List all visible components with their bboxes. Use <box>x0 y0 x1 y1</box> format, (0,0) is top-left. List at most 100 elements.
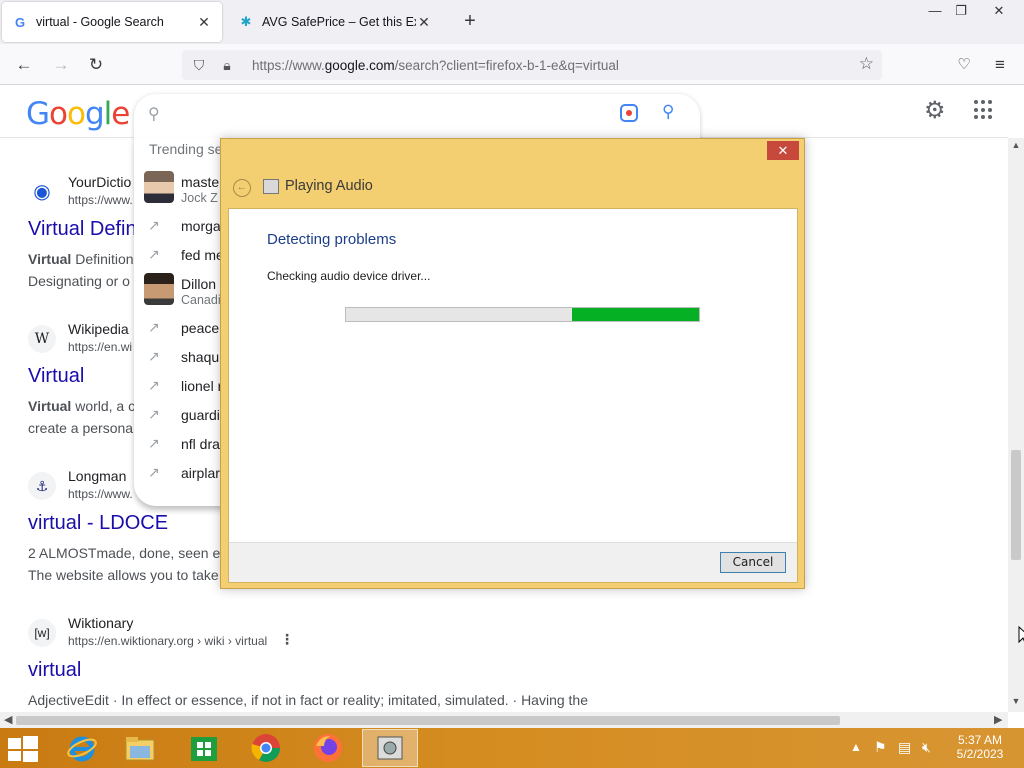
window-close-button[interactable]: ✕ <box>982 0 1016 22</box>
suggestion-subtext: Canadi <box>181 293 221 307</box>
dialog-footer: Cancel <box>229 542 797 582</box>
suggestion-text: lionel r <box>181 378 223 394</box>
taskbar-clock[interactable]: 5:37 AM 5/2/2023 <box>952 733 1008 761</box>
suggestion-item[interactable]: ↗ peace <box>134 315 224 344</box>
dialog-title: Playing Audio <box>285 178 373 194</box>
result-url: https://www. <box>68 193 133 207</box>
avg-safeprice-icon: ✱ <box>240 14 252 29</box>
suggestion-text: Dillon <box>181 276 217 292</box>
scrollbar-thumb[interactable] <box>1011 450 1021 560</box>
restore-button[interactable]: ❐ <box>944 0 978 22</box>
result-title-link[interactable]: virtual - LDOCE <box>28 512 168 535</box>
internet-explorer-icon[interactable] <box>54 729 110 767</box>
trending-arrow-icon: ↗ <box>148 246 160 262</box>
suggestion-item[interactable]: Dillon Canadi <box>134 271 224 307</box>
google-g-icon: G <box>14 14 26 30</box>
trending-arrow-icon: ↗ <box>148 217 160 233</box>
tracking-protection-shield-icon[interactable]: ⛉ <box>188 57 210 74</box>
result-title-link[interactable]: Virtual Defin <box>28 218 137 241</box>
back-button[interactable]: ← <box>11 52 37 78</box>
troubleshooter-icon[interactable] <box>362 729 418 767</box>
address-bar[interactable]: ⛉ 🔒︎ https://www.google.com/search?clien… <box>182 50 882 80</box>
chrome-icon[interactable] <box>238 729 294 767</box>
lock-icon[interactable]: 🔒︎ <box>216 57 238 74</box>
scroll-down-arrow-icon[interactable]: ▼ <box>1008 696 1024 706</box>
trending-arrow-icon: ↗ <box>148 319 160 335</box>
suggestion-item[interactable]: ↗ airplar <box>134 460 224 489</box>
yourdictionary-favicon-icon: ◉ <box>28 178 56 206</box>
close-tab-icon[interactable]: ✕ <box>416 14 432 31</box>
trending-arrow-icon: ↗ <box>148 435 160 451</box>
scroll-up-arrow-icon[interactable]: ▲ <box>1008 140 1024 150</box>
url-text[interactable]: https://www.google.com/search?client=fir… <box>252 58 619 73</box>
close-tab-icon[interactable]: ✕ <box>196 14 212 31</box>
progress-bar <box>345 307 700 322</box>
suggestion-item[interactable]: ↗ lionel r <box>134 373 224 402</box>
horizontal-scrollbar[interactable]: ◀ ▶ <box>0 712 1008 728</box>
tab-google-search[interactable]: G virtual - Google Search ✕ <box>2 2 222 42</box>
suggestion-text: peace <box>181 320 220 336</box>
dialog-heading: Detecting problems <box>267 231 397 248</box>
hamburger-menu-icon[interactable]: ≡ <box>987 52 1013 78</box>
firefox-icon[interactable] <box>300 729 356 767</box>
navigation-toolbar: ← → ↻ ⛉ 🔒︎ https://www.google.com/search… <box>0 44 1024 85</box>
suggestion-item[interactable]: ↗ morga <box>134 213 224 242</box>
suggestion-text: nfl dra <box>181 436 220 452</box>
store-icon[interactable] <box>176 729 232 767</box>
wikipedia-favicon-icon: W <box>28 325 56 353</box>
result-site-name: YourDictio <box>68 174 132 190</box>
windows-start-button[interactable] <box>8 736 38 762</box>
scrollbar-thumb[interactable] <box>16 716 840 725</box>
network-icon[interactable]: ▤ <box>898 739 911 768</box>
google-logo[interactable]: Google <box>26 96 130 132</box>
scroll-left-arrow-icon[interactable]: ◀ <box>4 713 12 726</box>
clock-time: 5:37 AM <box>957 733 1003 747</box>
action-center-flag-icon[interactable]: ⚑ <box>874 739 887 768</box>
result-site-name: Wiktionary <box>68 615 134 631</box>
suggestion-item[interactable]: maste Jock Z <box>134 169 224 205</box>
settings-gear-icon[interactable]: ⚙ <box>924 96 946 125</box>
result-title-link[interactable]: Virtual <box>28 365 84 388</box>
trending-arrow-icon: ↗ <box>148 464 160 480</box>
result-title-link[interactable]: virtual <box>28 659 81 682</box>
scroll-right-arrow-icon[interactable]: ▶ <box>994 713 1002 726</box>
trending-arrow-icon: ↗ <box>148 348 160 364</box>
cancel-button[interactable]: Cancel <box>720 552 786 573</box>
windows-taskbar: ▲ ⚑ ▤ 🔇︎ 5:37 AM 5/2/2023 <box>0 728 1024 768</box>
troubleshooter-dialog: ✕ ← Playing Audio Detecting problems Che… <box>220 138 805 589</box>
search-submit-icon[interactable]: ⚲ <box>662 102 674 122</box>
show-hidden-icons-icon[interactable]: ▲ <box>850 740 862 768</box>
trending-arrow-icon: ↗ <box>148 377 160 393</box>
result-site-name: Longman <box>68 468 127 484</box>
tab-avg-safeprice[interactable]: ✱ AVG SafePrice – Get this Extensio ✕ <box>228 2 442 42</box>
back-arrow-icon[interactable]: ← <box>233 179 251 197</box>
suggestion-text: maste <box>181 174 220 190</box>
file-explorer-icon[interactable] <box>112 729 168 767</box>
audio-troubleshooter-icon <box>263 179 279 194</box>
bookmark-star-icon[interactable]: ☆ <box>859 54 874 74</box>
pocket-icon[interactable]: ♡ <box>951 52 977 78</box>
trending-arrow-icon: ↗ <box>148 406 160 422</box>
progress-bar-fill <box>571 308 699 321</box>
forward-button[interactable]: → <box>48 52 74 78</box>
google-lens-icon[interactable] <box>620 104 638 122</box>
clock-date: 5/2/2023 <box>956 747 1004 761</box>
trending-header: Trending se <box>149 141 223 157</box>
search-input[interactable]: ⚲ ⚲ <box>134 94 700 140</box>
suggestion-item[interactable]: ↗ fed me <box>134 242 224 271</box>
suggestion-text: fed me <box>181 247 224 263</box>
dialog-close-button[interactable]: ✕ <box>767 141 799 160</box>
suggestion-item[interactable]: ↗ nfl dra <box>134 431 224 460</box>
google-apps-icon[interactable] <box>974 100 994 120</box>
volume-muted-icon[interactable]: 🔇︎ <box>922 739 931 768</box>
tab-title: AVG SafePrice – Get this Extensio <box>262 15 416 29</box>
suggestion-text: guardi <box>181 407 220 423</box>
suggestion-item[interactable]: ↗ guardi <box>134 402 224 431</box>
new-tab-button[interactable]: + <box>458 10 482 34</box>
suggestion-item[interactable]: ↗ shaqu <box>134 344 224 373</box>
reload-button[interactable]: ↻ <box>83 52 109 78</box>
result-url: https://www. <box>68 487 133 501</box>
suggestion-text: airplar <box>181 465 220 481</box>
result-url: https://en.wiktionary.org › wiki › virtu… <box>68 634 268 648</box>
more-options-icon[interactable]: ⋮ <box>280 631 294 648</box>
